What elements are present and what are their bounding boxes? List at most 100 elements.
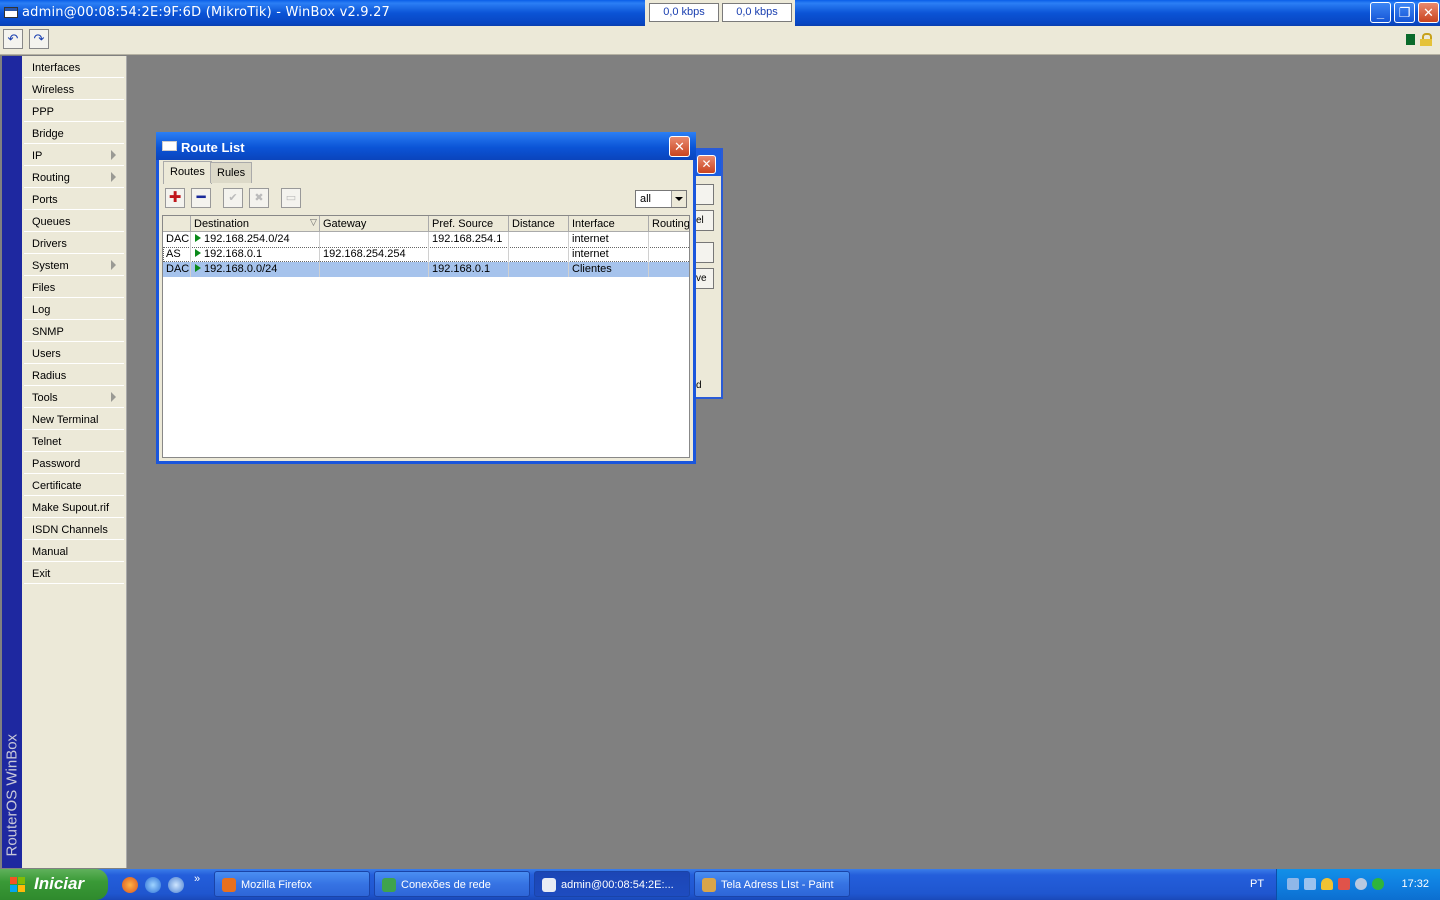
menu-item-manual[interactable]: Manual — [24, 541, 124, 562]
remove-route-button[interactable]: ━ — [191, 188, 211, 208]
undo-button[interactable]: ↶ — [3, 29, 23, 49]
status-globe-icon[interactable] — [1372, 878, 1384, 890]
taskbar-item-label: Mozilla Firefox — [241, 879, 312, 891]
menu-item-certificate[interactable]: Certificate — [24, 475, 124, 496]
browser-quicklaunch-icon[interactable] — [168, 877, 184, 893]
taskbar-item-label: admin@00:08:54:2E:... — [561, 879, 674, 891]
antivirus-icon[interactable] — [1338, 878, 1350, 890]
route-list-close-button[interactable]: ✕ — [669, 136, 690, 157]
menu-item-password[interactable]: Password — [24, 453, 124, 474]
column-header-routing[interactable]: Routing — [649, 216, 689, 232]
window-title: admin@00:08:54:2E:9F:6D (MikroTik) - Win… — [22, 5, 391, 20]
start-button[interactable]: Iniciar — [0, 869, 108, 900]
taskbar-item[interactable]: Mozilla Firefox — [214, 871, 370, 897]
column-header-pref-source[interactable]: Pref. Source — [429, 216, 509, 232]
route-filter-select[interactable]: all — [635, 190, 687, 208]
menu-item-make-supout-rif[interactable]: Make Supout.rif — [24, 497, 124, 518]
menu-item-radius[interactable]: Radius — [24, 365, 124, 386]
ie-quicklaunch-icon[interactable] — [145, 877, 161, 893]
menu-item-bridge[interactable]: Bridge — [24, 123, 124, 144]
brand-label: RouterOS WinBox — [3, 733, 21, 857]
menu-item-system[interactable]: System — [24, 255, 124, 276]
background-window-button[interactable] — [696, 242, 714, 263]
winbox-app-icon[interactable] — [4, 7, 18, 18]
menu-item-log[interactable]: Log — [24, 299, 124, 320]
taskbar-item[interactable]: Tela Adress LIst - Paint — [694, 871, 850, 897]
volume-icon[interactable] — [1355, 878, 1367, 890]
menu-item-label: Drivers — [32, 238, 67, 250]
background-window-button[interactable]: el — [696, 210, 714, 231]
destination-text: 192.168.0.1 — [204, 248, 263, 260]
column-header-interface[interactable]: Interface — [569, 216, 649, 232]
background-window-field[interactable] — [696, 184, 714, 205]
comment-route-button[interactable]: ▭ — [281, 188, 301, 208]
network-icon[interactable] — [1287, 878, 1299, 890]
route-list-title-bar[interactable]: Route List ✕ — [156, 132, 696, 160]
redo-button[interactable]: ↷ — [29, 29, 49, 49]
background-window-close-button[interactable]: ✕ — [697, 155, 716, 174]
tab-rules[interactable]: Rules — [210, 162, 253, 183]
sort-arrow-icon: ▽ — [310, 217, 317, 227]
menu-item-routing[interactable]: Routing — [24, 167, 124, 188]
security-shield-icon[interactable] — [1321, 878, 1333, 890]
menu-item-files[interactable]: Files — [24, 277, 124, 298]
column-header-destination[interactable]: Destination — [191, 216, 320, 232]
menu-item-label: Files — [32, 282, 56, 294]
check-icon: ✔ — [228, 192, 238, 204]
menu-item-users[interactable]: Users — [24, 343, 124, 364]
menu-item-wireless[interactable]: Wireless — [24, 79, 124, 100]
close-button[interactable]: ✕ — [1418, 2, 1439, 23]
column-header-flags[interactable] — [163, 216, 191, 232]
menu-item-snmp[interactable]: SNMP — [24, 321, 124, 342]
tab-routes[interactable]: Routes — [163, 161, 212, 184]
quicklaunch-expand-icon[interactable]: » — [194, 873, 200, 885]
title-bar: admin@00:08:54:2E:9F:6D (MikroTik) - Win… — [0, 0, 1440, 26]
restore-button[interactable]: ❐ — [1394, 2, 1415, 23]
menu-item-ppp[interactable]: PPP — [24, 101, 124, 122]
background-window-button[interactable]: ve — [696, 268, 714, 289]
menu-item-queues[interactable]: Queues — [24, 211, 124, 232]
menu-item-label: Interfaces — [32, 62, 81, 74]
menu-item-tools[interactable]: Tools — [24, 387, 124, 408]
menu-item-exit[interactable]: Exit — [24, 563, 124, 584]
firefox-icon — [222, 878, 236, 892]
column-header-distance[interactable]: Distance — [509, 216, 569, 232]
menu-item-telnet[interactable]: Telnet — [24, 431, 124, 452]
menu-item-isdn-channels[interactable]: ISDN Channels — [24, 519, 124, 540]
menu-item-label: Users — [32, 348, 61, 360]
column-header-gateway[interactable]: Gateway — [320, 216, 429, 232]
firefox-quicklaunch-icon[interactable] — [122, 877, 138, 893]
bg-fragment-3: d — [696, 380, 702, 391]
menu-item-label: ISDN Channels — [32, 524, 108, 536]
cell-pref-source: 192.168.0.1 — [429, 262, 509, 277]
network-icon[interactable] — [1304, 878, 1316, 890]
rx-rate: 0,0 kbps — [722, 3, 792, 22]
taskbar-item-label: Conexões de rede — [401, 879, 491, 891]
language-indicator[interactable]: PT — [1250, 878, 1264, 890]
menu-item-drivers[interactable]: Drivers — [24, 233, 124, 254]
cell-flags: DAC — [163, 262, 191, 277]
cell-pref-source: 192.168.254.1 — [429, 232, 509, 247]
route-list-window[interactable]: Route List ✕ Routes Rules ✚ ━ ✔ ✖ ▭ all … — [156, 132, 696, 464]
background-window[interactable]: ✕ el ve d — [694, 148, 723, 399]
taskbar-item[interactable]: admin@00:08:54:2E:... — [534, 871, 690, 897]
enable-route-button[interactable]: ✔ — [223, 188, 243, 208]
minimize-button[interactable]: _ — [1370, 2, 1391, 23]
bg-fragment-1: el — [696, 215, 704, 226]
taskbar-item[interactable]: Conexões de rede — [374, 871, 530, 897]
cell-flags: AS — [163, 247, 191, 262]
clock: 17:32 — [1401, 878, 1429, 890]
window-icon — [162, 141, 177, 151]
table-row[interactable]: AS 192.168.0.1 192.168.254.254 internet — [163, 247, 689, 262]
table-row[interactable]: DAC 192.168.254.0/24 192.168.254.1 internet — [163, 232, 689, 247]
plus-icon: ✚ — [168, 189, 182, 206]
chevron-down-icon[interactable] — [671, 191, 686, 207]
menu-item-ports[interactable]: Ports — [24, 189, 124, 210]
disable-route-button[interactable]: ✖ — [249, 188, 269, 208]
menu-item-ip[interactable]: IP — [24, 145, 124, 166]
submenu-arrow-icon — [111, 150, 116, 160]
add-route-button[interactable]: ✚ — [165, 188, 185, 208]
menu-item-interfaces[interactable]: Interfaces — [24, 57, 124, 78]
menu-item-new-terminal[interactable]: New Terminal — [24, 409, 124, 430]
table-row[interactable]: DAC 192.168.0.0/24 192.168.0.1 Clientes — [163, 262, 689, 277]
